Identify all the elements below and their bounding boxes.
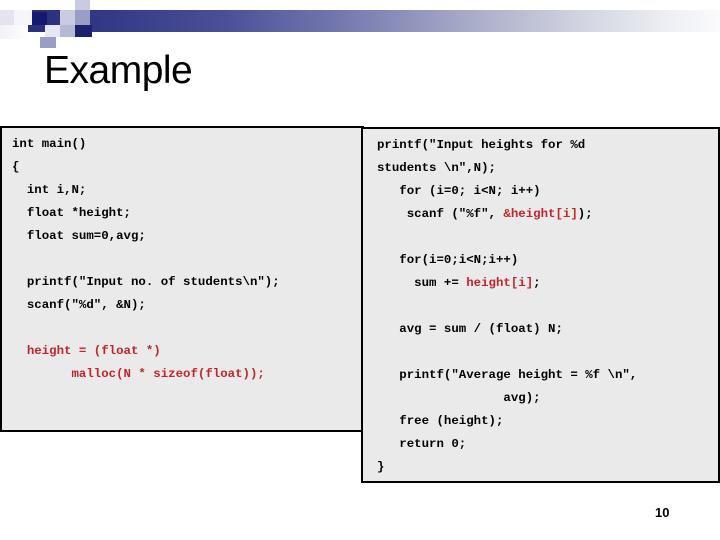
code-block-left: int main() { int i,N; float *height; floa… bbox=[0, 126, 364, 432]
code-line: float *height; bbox=[12, 202, 362, 225]
code-token: for (i=0; i<N; i++) bbox=[377, 184, 541, 198]
code-line: malloc(N * sizeof(float)); bbox=[12, 363, 362, 386]
code-token: avg = sum / (float) N; bbox=[377, 322, 563, 336]
header-gradient-bar bbox=[28, 10, 720, 32]
code-token: } bbox=[377, 460, 385, 474]
decoration-square-lavender-5 bbox=[60, 25, 75, 37]
code-token: students \n",N); bbox=[377, 161, 496, 175]
code-line: int i,N; bbox=[12, 179, 362, 202]
code-line: float sum=0,avg; bbox=[12, 225, 362, 248]
code-token: avg); bbox=[377, 391, 541, 405]
code-token: float *height; bbox=[12, 206, 131, 220]
decoration-square-navy-2 bbox=[75, 25, 92, 37]
code-line: sum += height[i]; bbox=[377, 272, 718, 295]
code-token: scanf("%d", &N); bbox=[12, 298, 146, 312]
code-line: avg); bbox=[377, 387, 718, 410]
decoration-square-lavender-6 bbox=[40, 37, 56, 48]
decoration-square-lavender-1 bbox=[60, 10, 75, 25]
decoration-square-lavender-3 bbox=[75, 10, 90, 25]
code-token: ; bbox=[533, 276, 541, 290]
code-token: for(i=0;i<N;i++) bbox=[377, 253, 519, 267]
code-line: } bbox=[377, 456, 718, 479]
decoration-square-pale-2 bbox=[14, 10, 32, 25]
code-line: { bbox=[12, 156, 362, 179]
code-token: return 0; bbox=[377, 437, 467, 451]
decoration-square-pale-1 bbox=[0, 10, 14, 25]
code-line: printf("Input heights for %d bbox=[377, 134, 718, 157]
page-number: 10 bbox=[655, 505, 670, 520]
code-token: int main() bbox=[12, 137, 87, 151]
code-line: free (height); bbox=[377, 410, 718, 433]
code-token: sum += bbox=[377, 276, 467, 290]
code-token: int i,N; bbox=[12, 183, 87, 197]
code-line: scanf ("%f", &height[i]); bbox=[377, 203, 718, 226]
code-line: scanf("%d", &N); bbox=[12, 294, 362, 317]
code-line: avg = sum / (float) N; bbox=[377, 318, 718, 341]
code-token: printf("Input heights for %d bbox=[377, 138, 586, 152]
code-token: free (height); bbox=[377, 414, 504, 428]
code-line: students \n",N); bbox=[377, 157, 718, 180]
code-token-highlight: malloc(N * sizeof(float)); bbox=[12, 367, 265, 381]
code-token: float sum=0,avg; bbox=[12, 229, 146, 243]
code-token-highlight: height = (float *) bbox=[12, 344, 161, 358]
code-token: printf("Input no. of students\n"); bbox=[12, 275, 280, 289]
code-line: for(i=0;i<N;i++) bbox=[377, 249, 718, 272]
code-line: int main() bbox=[12, 133, 362, 156]
code-token: scanf ("%f", bbox=[377, 207, 504, 221]
code-line: return 0; bbox=[377, 433, 718, 456]
code-token: ); bbox=[577, 207, 593, 221]
decoration-square-lavender-2 bbox=[75, 0, 90, 10]
code-line: printf("Input no. of students\n"); bbox=[12, 271, 362, 294]
decoration-square-fade bbox=[0, 25, 30, 39]
code-token: printf("Average height = %f \n", bbox=[377, 368, 638, 382]
code-line: height = (float *) bbox=[12, 340, 362, 363]
code-line: printf("Average height = %f \n", bbox=[377, 364, 718, 387]
header-decoration bbox=[0, 0, 720, 48]
page-title: Example bbox=[44, 49, 193, 92]
code-token-highlight: height[i] bbox=[466, 276, 534, 290]
code-token: { bbox=[12, 160, 20, 174]
decoration-square-navy-1 bbox=[32, 12, 47, 25]
code-block-right: printf("Input heights for %d students \n"… bbox=[361, 127, 720, 483]
code-line: for (i=0; i<N; i++) bbox=[377, 180, 718, 203]
code-token-highlight: &height[i] bbox=[503, 207, 578, 221]
decoration-square-lavender-4 bbox=[45, 25, 60, 37]
